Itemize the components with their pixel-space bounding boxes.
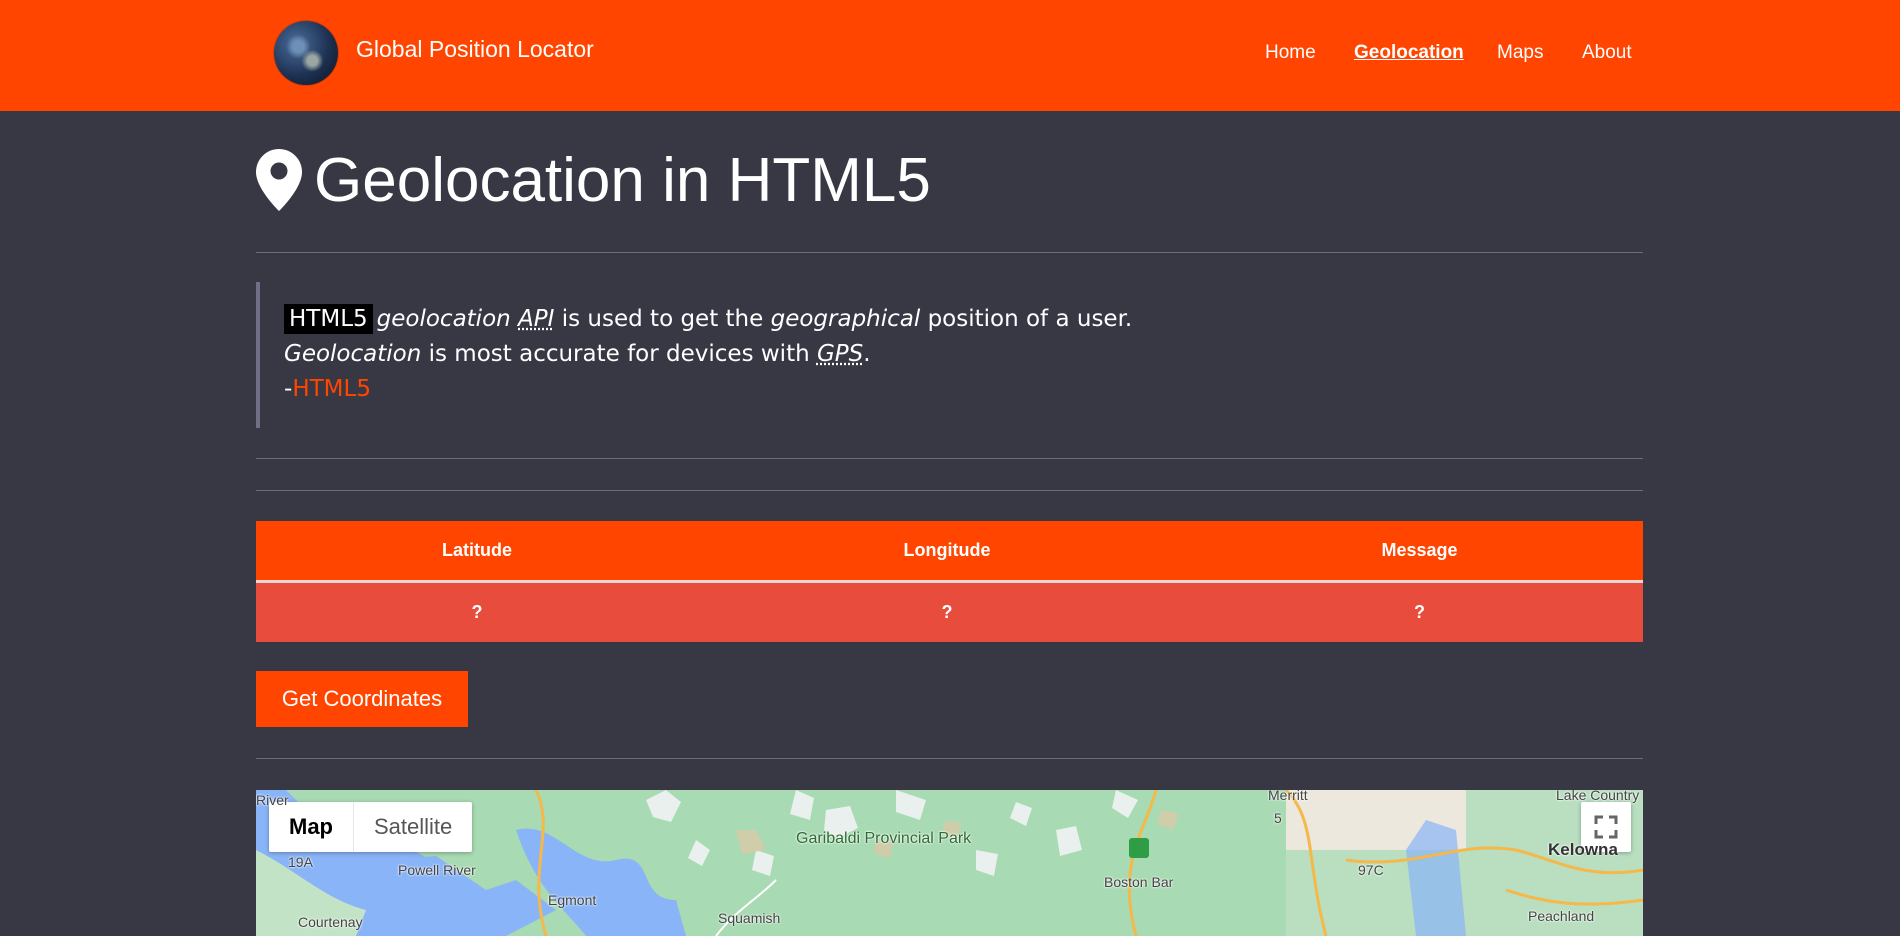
quote-text-segment: is used to get the <box>554 306 771 332</box>
divider <box>256 758 1643 759</box>
table-row: ? ? ? <box>256 581 1643 642</box>
emphasis-geographical: geographical <box>770 306 921 332</box>
divider <box>256 490 1643 491</box>
map-marker-icon <box>256 149 302 211</box>
quote-text-segment: position of a user. <box>920 306 1133 332</box>
abbr-api[interactable]: API <box>518 306 554 332</box>
map-label: Squamish <box>718 910 781 926</box>
globe-logo-icon[interactable] <box>274 21 338 85</box>
emphasis-geolocation-2: Geolocation <box>284 341 422 367</box>
quote-text: HTML5 geolocation API is used to get the … <box>284 302 1132 407</box>
map-type-control: Map Satellite <box>269 802 473 852</box>
nav-link-home[interactable]: Home <box>1265 42 1316 64</box>
map-label-route: 5 <box>1274 810 1282 826</box>
map-label: Powell River <box>398 862 476 878</box>
map-label: Peachland <box>1528 908 1595 924</box>
get-coordinates-button[interactable]: Get Coordinates <box>256 671 468 727</box>
code-badge: HTML5 <box>284 304 373 334</box>
map-label-route: 97C <box>1358 862 1384 878</box>
header-longitude: Longitude <box>698 521 1196 583</box>
map-view[interactable]: Map Satellite River 19A Powell River Cou… <box>256 790 1643 936</box>
html5-source-link[interactable]: HTML5 <box>292 376 371 402</box>
brand-title[interactable]: Global Position Locator <box>356 36 594 63</box>
map-type-map-button[interactable]: Map <box>269 802 354 852</box>
divider <box>256 458 1643 459</box>
map-label-park: Garibaldi Provincial Park <box>796 830 972 847</box>
map-label: Kelowna <box>1548 840 1618 859</box>
page-title: Geolocation in HTML5 <box>256 140 931 220</box>
nav-link-about[interactable]: About <box>1582 42 1632 64</box>
emphasis-geolocation: geolocation <box>376 306 511 332</box>
page-title-text: Geolocation in HTML5 <box>314 145 931 215</box>
coordinates-table: Latitude Longitude Message ? ? ? <box>256 521 1643 642</box>
nav-link-geolocation[interactable]: Geolocation <box>1354 42 1464 64</box>
map-label: Egmont <box>548 892 597 908</box>
map-label: River <box>256 792 289 808</box>
message-value: ? <box>1196 581 1643 642</box>
divider <box>256 252 1643 253</box>
map-label: Lake Country <box>1556 790 1640 803</box>
abbr-gps[interactable]: GPS <box>817 341 863 367</box>
quote-source: -HTML5 <box>284 372 1132 407</box>
header-latitude: Latitude <box>256 521 698 583</box>
blockquote: HTML5 geolocation API is used to get the … <box>256 282 1360 428</box>
latitude-value: ? <box>256 581 698 642</box>
map-type-satellite-button[interactable]: Satellite <box>354 802 472 852</box>
table-header-row: Latitude Longitude Message <box>256 521 1643 583</box>
quote-line-1: HTML5 geolocation API is used to get the … <box>284 302 1132 337</box>
nav-link-maps[interactable]: Maps <box>1497 42 1543 64</box>
header-message: Message <box>1196 521 1643 583</box>
longitude-value: ? <box>698 581 1196 642</box>
map-label-route: 19A <box>288 854 313 870</box>
map-label: Boston Bar <box>1104 874 1174 890</box>
map-label: Courtenay <box>298 914 363 930</box>
quote-line-2: Geolocation is most accurate for devices… <box>284 337 1132 372</box>
quote-text-segment: is most accurate for devices with <box>421 341 817 367</box>
map-label: Merritt <box>1268 790 1308 803</box>
navbar: Global Position Locator Home Geolocation… <box>0 0 1900 111</box>
quote-text-segment: . <box>863 341 871 367</box>
